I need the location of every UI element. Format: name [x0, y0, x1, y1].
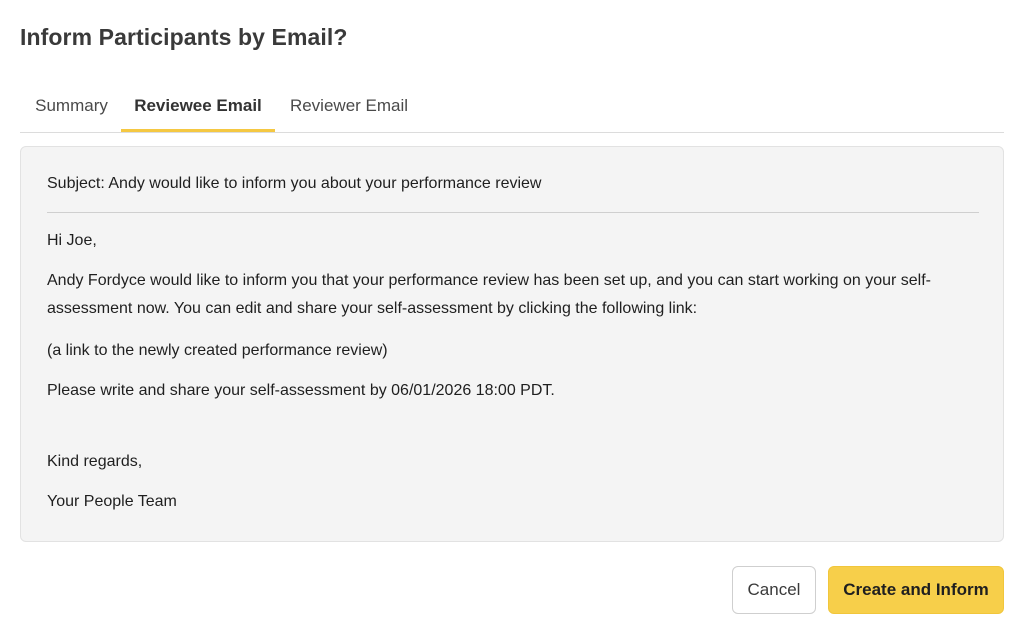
email-closing: Kind regards, — [47, 453, 143, 470]
inform-participants-dialog: Inform Participants by Email? Summary Re… — [0, 0, 1024, 635]
email-subject: Subject: Andy would like to inform you a… — [47, 175, 542, 192]
email-tabs: Summary Reviewee Email Reviewer Email — [20, 80, 1004, 133]
email-body-paragraph: Andy Fordyce would like to inform you th… — [47, 272, 931, 317]
email-greeting: Hi Joe, — [47, 232, 97, 249]
tab-reviewer-email[interactable]: Reviewer Email — [287, 80, 411, 132]
email-signature: Your People Team — [47, 493, 177, 510]
email-preview: Subject: Andy would like to inform you a… — [20, 146, 1004, 542]
subject-divider — [47, 212, 979, 213]
tab-reviewee-email[interactable]: Reviewee Email — [121, 80, 275, 132]
cancel-button[interactable]: Cancel — [732, 566, 816, 614]
dialog-title: Inform Participants by Email? — [20, 24, 348, 50]
create-and-inform-button[interactable]: Create and Inform — [828, 566, 1004, 614]
email-deadline: Please write and share your self-assessm… — [47, 382, 555, 399]
email-link-placeholder: (a link to the newly created performance… — [47, 342, 388, 359]
tab-summary[interactable]: Summary — [33, 80, 110, 132]
